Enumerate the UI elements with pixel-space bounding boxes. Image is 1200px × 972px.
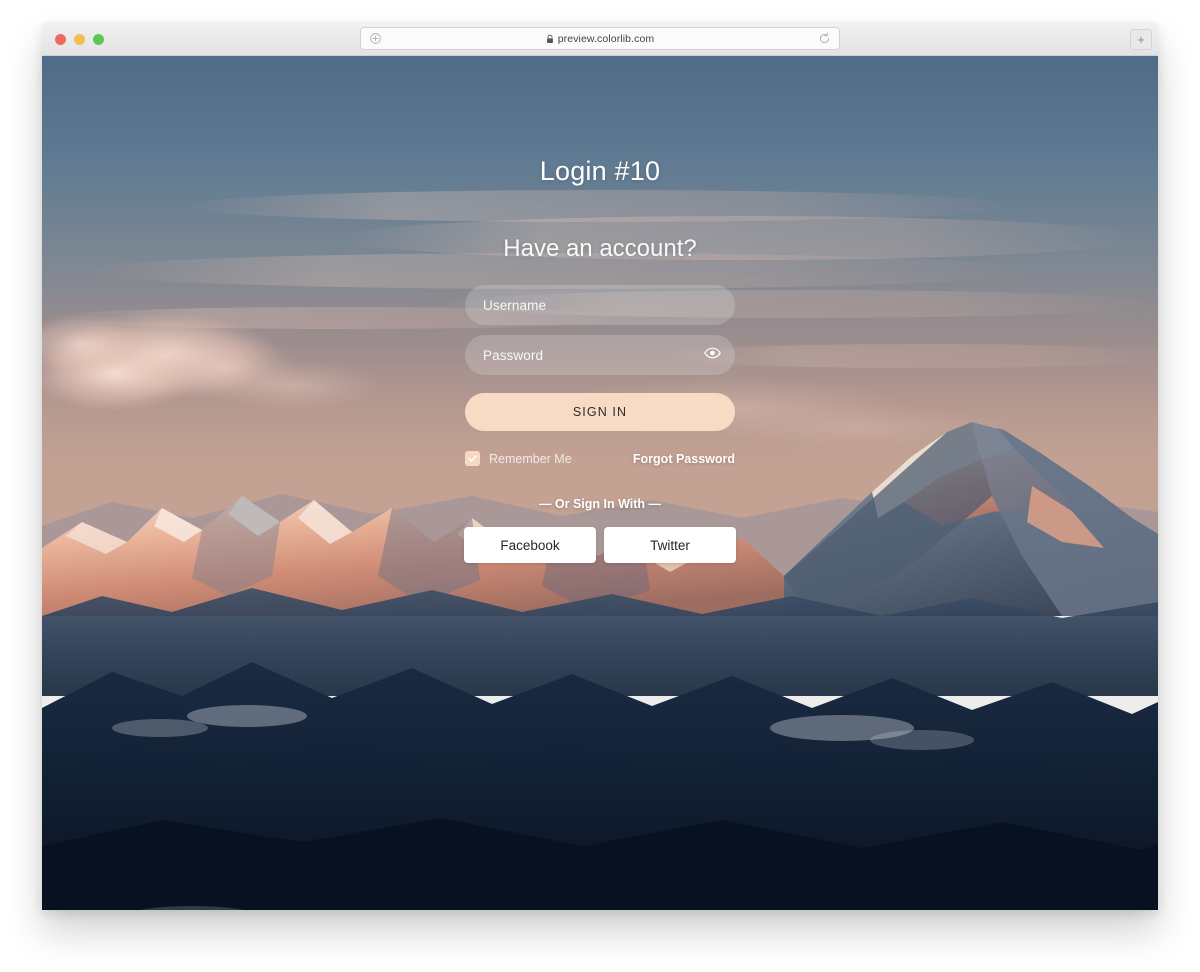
twitter-sign-in-button[interactable]: Twitter	[604, 527, 736, 563]
login-form: SIGN IN	[465, 285, 735, 431]
browser-window: preview.colorlib.com + Login #10 Have an…	[42, 22, 1158, 910]
form-options-row: Remember Me Forgot Password	[465, 451, 735, 466]
browser-chrome-bar: preview.colorlib.com +	[42, 22, 1158, 56]
login-content: Login #10 Have an account? SIGN IN	[42, 56, 1158, 563]
social-buttons-row: Facebook Twitter	[42, 527, 1158, 563]
eye-icon[interactable]	[704, 347, 721, 364]
forgot-password-link[interactable]: Forgot Password	[633, 452, 735, 466]
reload-icon[interactable]	[818, 32, 831, 45]
page-viewport: Login #10 Have an account? SIGN IN	[42, 56, 1158, 910]
social-divider-text: — Or Sign In With —	[538, 497, 662, 511]
remember-me-label: Remember Me	[489, 451, 572, 466]
close-window-button[interactable]	[55, 34, 66, 45]
facebook-sign-in-button[interactable]: Facebook	[464, 527, 596, 563]
address-bar[interactable]: preview.colorlib.com	[360, 27, 840, 50]
remember-me-checkbox[interactable]: Remember Me	[465, 451, 572, 466]
new-tab-label: +	[1137, 32, 1145, 47]
window-traffic-lights	[55, 34, 104, 45]
new-tab-button[interactable]: +	[1130, 29, 1152, 50]
url-display: preview.colorlib.com	[382, 33, 818, 45]
check-icon	[467, 453, 478, 464]
sign-in-button[interactable]: SIGN IN	[465, 393, 735, 431]
url-text: preview.colorlib.com	[557, 32, 655, 45]
minimize-window-button[interactable]	[74, 34, 85, 45]
password-input[interactable]	[465, 335, 735, 375]
page-title: Login #10	[539, 156, 661, 186]
form-subtitle: Have an account?	[503, 235, 697, 262]
lock-icon	[546, 34, 554, 44]
password-field-wrapper	[465, 335, 735, 375]
checkbox-box[interactable]	[465, 451, 480, 466]
maximize-window-button[interactable]	[93, 34, 104, 45]
username-field-wrapper	[465, 285, 735, 325]
username-input[interactable]	[465, 285, 735, 325]
site-info-icon[interactable]	[369, 32, 382, 45]
